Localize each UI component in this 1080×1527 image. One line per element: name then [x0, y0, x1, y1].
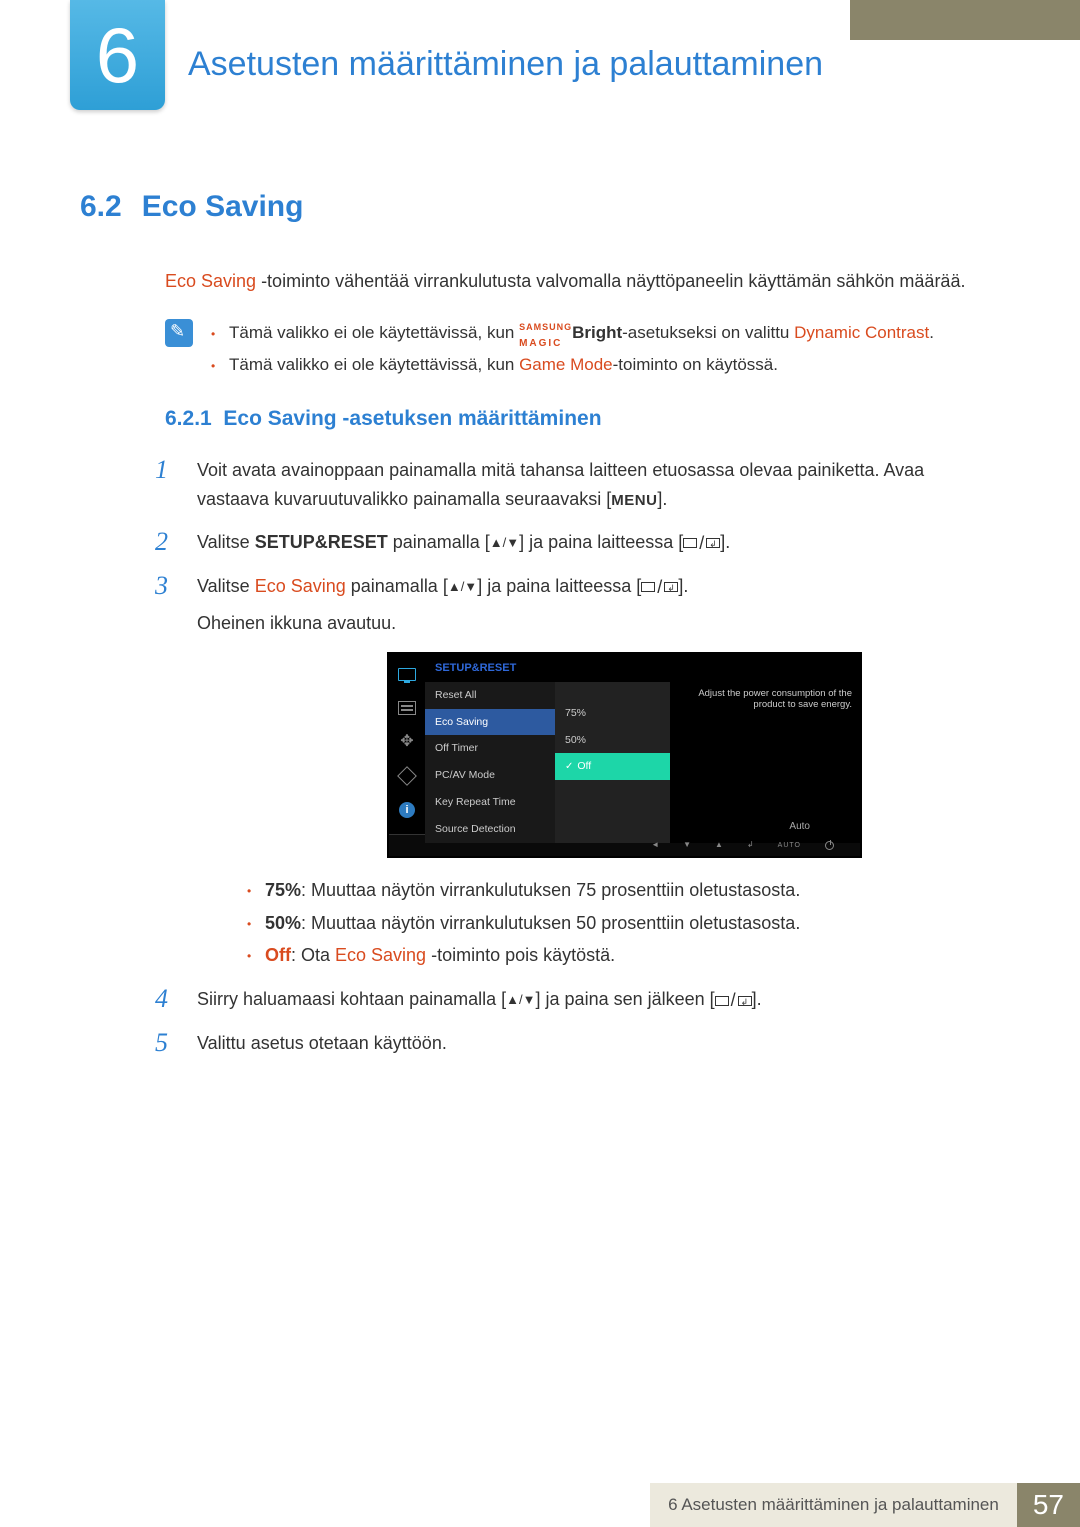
osd-submenu: 75% 50% Off	[555, 682, 670, 843]
step-subtext: Oheinen ikkuna avautuu.	[197, 609, 1000, 638]
step-number: 3	[155, 572, 175, 972]
step-body: Valitse Eco Saving painamalla [▲/▼] ja p…	[197, 572, 1000, 972]
step-number: 4	[155, 985, 175, 1015]
eco-saving-label: Eco Saving	[335, 945, 426, 965]
subsection-heading: 6.2.1 Eco Saving -asetuksen määrittämine…	[165, 407, 1000, 431]
osd-sub-item-selected: Off	[555, 753, 670, 780]
note-item: Tämä valikko ei ole käytettävissä, kun S…	[211, 319, 934, 347]
down-icon: ▼	[683, 839, 691, 852]
note-text: Tämä valikko ei ole käytettävissä, kun	[229, 355, 519, 374]
samsung-label: SAMSUNG	[519, 324, 572, 330]
step-item: 5 Valittu asetus otetaan käyttöön.	[155, 1029, 1000, 1058]
note-text: -toiminto on käytössä.	[613, 355, 778, 374]
bright-label: Bright	[572, 323, 622, 342]
option-label: Off	[265, 945, 291, 965]
enter-icons: /	[641, 573, 678, 602]
section-heading: 6.2 Eco Saving	[80, 190, 1000, 224]
eco-saving-label: Eco Saving	[255, 576, 346, 596]
osd-sub-item: 50%	[555, 727, 670, 754]
page-footer: 6 Asetusten määrittäminen ja palauttamin…	[650, 1483, 1080, 1527]
note-text: -asetukseksi on valittu	[622, 323, 794, 342]
section-title: Eco Saving	[142, 190, 304, 224]
info-icon: i	[397, 802, 417, 818]
power-icon	[825, 841, 834, 850]
subsection-number: 6.2.1	[165, 407, 212, 430]
osd-menu-item: Source Detection	[425, 816, 555, 843]
step-number: 2	[155, 528, 175, 558]
osd-sidebar: ✥ i	[389, 654, 425, 834]
osd-auto-label: Auto	[670, 819, 860, 843]
note-icon	[165, 319, 193, 347]
intro-paragraph: Eco Saving -toiminto vähentää virrankulu…	[165, 269, 1000, 294]
up-down-icon: ▲/▼	[506, 990, 535, 1011]
auto-label: AUTO	[778, 840, 801, 851]
note-list: Tämä valikko ei ole käytettävissä, kun S…	[211, 319, 934, 382]
footer-page-number: 57	[1017, 1483, 1080, 1527]
osd-title: SETUP&RESET	[425, 654, 860, 682]
step-item: 3 Valitse Eco Saving painamalla [▲/▼] ja…	[155, 572, 1000, 972]
osd-sub-item: 75%	[555, 700, 670, 727]
step-number: 5	[155, 1029, 175, 1058]
up-down-icon: ▲/▼	[448, 577, 477, 598]
osd-menu-item: Off Timer	[425, 735, 555, 762]
up-icon: ▲	[715, 839, 723, 852]
step-body: Valitse SETUP&RESET painamalla [▲/▼] ja …	[197, 528, 1000, 558]
note-text: Tämä valikko ei ole käytettävissä, kun	[229, 323, 519, 342]
osd-menu-item: PC/AV Mode	[425, 762, 555, 789]
option-label: 75%	[265, 880, 301, 900]
option-label: 50%	[265, 913, 301, 933]
note-item: Tämä valikko ei ole käytettävissä, kun G…	[211, 351, 934, 378]
osd-menu-item-selected: Eco Saving	[425, 709, 555, 736]
section-number: 6.2	[80, 190, 122, 224]
osd-description: Adjust the power consumption of the prod…	[670, 682, 860, 711]
bullet-item: 50%: Muuttaa näytön virrankulutuksen 50 …	[247, 907, 1000, 939]
enter-icons: /	[683, 529, 720, 558]
note-block: Tämä valikko ei ole käytettävissä, kun S…	[165, 319, 1000, 382]
picture-icon	[397, 700, 417, 716]
footer-chapter-label: 6 Asetusten määrittäminen ja palauttamin…	[650, 1483, 1017, 1527]
game-mode-label: Game Mode	[519, 355, 613, 374]
left-icon: ◄	[651, 839, 659, 852]
up-down-icon: ▲/▼	[490, 533, 519, 554]
osd-right-pane: Adjust the power consumption of the prod…	[670, 682, 860, 843]
step-item: 4 Siirry haluamaasi kohtaan painamalla […	[155, 985, 1000, 1015]
intro-text: -toiminto vähentää virrankulutusta valvo…	[256, 271, 965, 291]
option-bullets: 75%: Muuttaa näytön virrankulutuksen 75 …	[247, 874, 1000, 971]
osd-menu-item: Key Repeat Time	[425, 789, 555, 816]
step-body: Siirry haluamaasi kohtaan painamalla [▲/…	[197, 985, 1000, 1015]
bullet-item: 75%: Muuttaa näytön virrankulutuksen 75 …	[247, 874, 1000, 906]
osd-menu-list: Reset All Eco Saving Off Timer PC/AV Mod…	[425, 682, 555, 843]
step-item: 2 Valitse SETUP&RESET painamalla [▲/▼] j…	[155, 528, 1000, 558]
enter-icon: ↲	[747, 839, 754, 852]
chapter-title: Asetusten määrittäminen ja palauttaminen	[188, 45, 823, 84]
dynamic-contrast-label: Dynamic Contrast	[794, 323, 929, 342]
monitor-icon	[397, 666, 417, 682]
steps-list: 1 Voit avata avainoppaan painamalla mitä…	[155, 456, 1000, 1057]
move-icon: ✥	[397, 734, 417, 750]
setup-reset-label: SETUP&RESET	[255, 532, 388, 552]
step-item: 1 Voit avata avainoppaan painamalla mitä…	[155, 456, 1000, 514]
osd-screenshot: ✥ i SETUP&RESET Reset All Eco Saving Off…	[387, 652, 862, 858]
page-content: 6.2 Eco Saving Eco Saving -toiminto vähe…	[80, 190, 1000, 1072]
enter-icons: /	[715, 986, 752, 1015]
step-body: Valittu asetus otetaan käyttöön.	[197, 1029, 1000, 1058]
osd-menu-item: Reset All	[425, 682, 555, 709]
feature-name: Eco Saving	[165, 271, 256, 291]
step-body: Voit avata avainoppaan painamalla mitä t…	[197, 456, 1000, 514]
header-accent-bar	[850, 0, 1080, 40]
setup-icon	[397, 768, 417, 784]
menu-key-label: MENU	[611, 492, 657, 509]
chapter-tab: 6	[70, 0, 165, 110]
magic-label: MAGIC	[519, 340, 562, 347]
subsection-title: Eco Saving -asetuksen määrittäminen	[223, 407, 601, 430]
bullet-item: Off: Ota Eco Saving -toiminto pois käytö…	[247, 939, 1000, 971]
step-number: 1	[155, 456, 175, 514]
chapter-number: 6	[96, 10, 139, 101]
